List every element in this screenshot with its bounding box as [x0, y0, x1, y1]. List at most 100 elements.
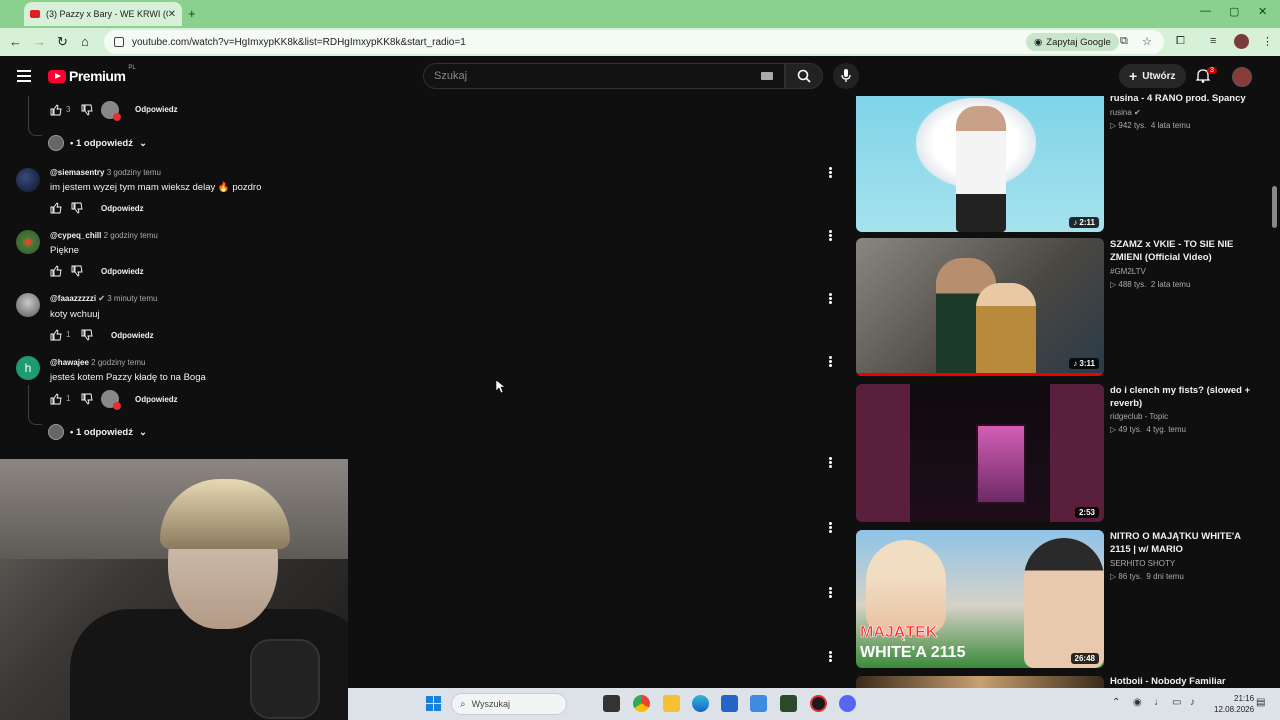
- back-icon[interactable]: ←: [9, 34, 22, 49]
- dislike-icon[interactable]: [71, 265, 83, 277]
- comment-author[interactable]: @siemasentry 3 godziny temu: [50, 168, 161, 177]
- comment-menu-icon[interactable]: [829, 356, 832, 367]
- google-lens-icon: ◉: [1034, 36, 1043, 48]
- app-icon[interactable]: [780, 695, 797, 712]
- notification-center-icon[interactable]: ▤: [1256, 697, 1265, 708]
- ask-google-button[interactable]: ◉ Zapytaj Google: [1026, 33, 1119, 51]
- commenter-avatar[interactable]: [16, 293, 40, 317]
- video-thumbnail[interactable]: 2:53: [856, 384, 1104, 522]
- comment-author[interactable]: @cypeq_chill 2 godziny temu: [50, 231, 158, 240]
- youtube-premium-logo[interactable]: Premium PL: [48, 65, 136, 84]
- maximize-icon[interactable]: ▢: [1229, 5, 1239, 18]
- reply-button[interactable]: Odpowiedz: [135, 105, 178, 114]
- comment-menu-icon[interactable]: [829, 457, 832, 468]
- network-icon[interactable]: ▭: [1172, 697, 1181, 708]
- chrome-icon[interactable]: [633, 695, 650, 712]
- video-title[interactable]: SZAMZ x VKIE - TO SIE NIE ZMIENI (Offici…: [1110, 238, 1260, 264]
- channel-name[interactable]: SERHITO SHOTY: [1110, 559, 1175, 568]
- video-duration: 26:48: [1070, 653, 1099, 664]
- channel-name[interactable]: #GM2LTV: [1110, 267, 1146, 276]
- dislike-icon[interactable]: [71, 202, 83, 214]
- close-tab-icon[interactable]: ✕: [168, 9, 176, 20]
- video-thumbnail[interactable]: [856, 676, 1104, 688]
- account-avatar[interactable]: [1232, 67, 1252, 87]
- comment-menu-icon[interactable]: [829, 522, 832, 533]
- comment-menu-icon[interactable]: [829, 230, 832, 241]
- channel-name[interactable]: ridgeclub - Topic: [1110, 412, 1168, 421]
- search-button[interactable]: [785, 63, 823, 89]
- dislike-icon[interactable]: [81, 393, 93, 405]
- task-view-icon[interactable]: [603, 695, 620, 712]
- browser-profile-avatar[interactable]: [1234, 34, 1249, 49]
- replies-toggle[interactable]: • 1 odpowiedź ⌄: [48, 135, 147, 151]
- dislike-icon[interactable]: [81, 104, 93, 116]
- forward-icon[interactable]: →: [33, 34, 46, 49]
- reload-icon[interactable]: ↻: [57, 34, 68, 50]
- browser-tab[interactable]: (3) Pazzy x Bary - WE KRWI (Offi ✕: [24, 2, 182, 26]
- obs-icon[interactable]: [810, 695, 827, 712]
- replies-toggle[interactable]: • 1 odpowiedź ⌄: [48, 424, 147, 440]
- volume-icon[interactable]: ♪: [1190, 697, 1195, 708]
- comment-menu-icon[interactable]: [829, 651, 832, 662]
- like-icon[interactable]: [50, 393, 62, 405]
- author-name: @hawajee: [50, 358, 89, 367]
- youtube-favicon-icon: [30, 10, 40, 18]
- menu-icon[interactable]: [17, 70, 31, 82]
- scrollbar-thumb[interactable]: [1272, 186, 1277, 228]
- comment-menu-icon[interactable]: [829, 167, 832, 178]
- video-thumbnail[interactable]: ♪ 2:11: [856, 96, 1104, 232]
- bookmark-star-icon[interactable]: ☆: [1142, 35, 1152, 48]
- home-icon[interactable]: ⌂: [81, 34, 89, 49]
- reply-button[interactable]: Odpowiedz: [101, 204, 144, 213]
- address-bar[interactable]: youtube.com/watch?v=HgImxypKK8k&list=RDH…: [104, 30, 1164, 54]
- comment-menu-icon[interactable]: [829, 293, 832, 304]
- browser-menu-icon[interactable]: ⋮: [1262, 35, 1273, 48]
- search-input[interactable]: Szukaj: [423, 63, 785, 89]
- video-title[interactable]: rusina - 4 RANO prod. Spancy: [1110, 92, 1260, 105]
- commenter-avatar[interactable]: [16, 230, 40, 254]
- thumbnail-art-face-left: [866, 540, 946, 635]
- new-tab-icon[interactable]: +: [188, 6, 196, 21]
- edge-icon[interactable]: [692, 695, 709, 712]
- voice-search-button[interactable]: [833, 63, 859, 89]
- page-scrollbar[interactable]: [1270, 96, 1278, 688]
- like-icon[interactable]: [50, 202, 62, 214]
- channel-name[interactable]: rusina ✔: [1110, 108, 1141, 117]
- tray-mic-icon[interactable]: ♩: [1154, 697, 1164, 708]
- tray-app-icon[interactable]: ◉: [1133, 697, 1142, 708]
- video-title[interactable]: NITRO O MAJĄTKU WHITE'A 2115 | w/ MARIO: [1110, 530, 1260, 556]
- verified-icon: ✔: [1134, 108, 1141, 117]
- taskbar-clock[interactable]: 21:16 12.08.2026: [1214, 693, 1254, 715]
- windows-start-icon[interactable]: [426, 696, 441, 711]
- discord-icon[interactable]: [839, 695, 856, 712]
- media-control-icon[interactable]: ≡: [1210, 35, 1216, 47]
- reply-button[interactable]: Odpowiedz: [101, 267, 144, 276]
- comment-author[interactable]: @hawajee 2 godziny temu: [50, 358, 145, 367]
- reply-button[interactable]: Odpowiedz: [111, 331, 154, 340]
- video-thumbnail[interactable]: ♪ 3:11: [856, 238, 1104, 376]
- site-info-icon[interactable]: [114, 37, 124, 47]
- commenter-avatar[interactable]: h: [16, 356, 40, 380]
- video-thumbnail[interactable]: MAJĄTEK WHITE'A 2115 26:48: [856, 530, 1104, 668]
- extensions-icon[interactable]: ⧠: [1176, 35, 1185, 48]
- taskbar-search[interactable]: ⌕ Wyszukaj: [451, 693, 567, 715]
- commenter-avatar[interactable]: [16, 168, 40, 192]
- like-icon[interactable]: [50, 104, 62, 116]
- store-icon[interactable]: [721, 695, 738, 712]
- like-icon[interactable]: [50, 265, 62, 277]
- dislike-icon[interactable]: [81, 329, 93, 341]
- like-icon[interactable]: [50, 329, 62, 341]
- comment-author[interactable]: @faaazzzzzi ✔ 3 minuty temu: [50, 294, 157, 303]
- browser-tab-strip: (3) Pazzy x Bary - WE KRWI (Offi ✕ + — ▢…: [0, 0, 1280, 28]
- comment-menu-icon[interactable]: [829, 587, 832, 598]
- minimize-icon[interactable]: —: [1200, 5, 1211, 17]
- file-explorer-icon[interactable]: [663, 695, 680, 712]
- create-button[interactable]: + Utwórz: [1119, 64, 1186, 88]
- video-title[interactable]: do i clench my fists? (slowed + reverb): [1110, 384, 1260, 410]
- outlook-icon[interactable]: [750, 695, 767, 712]
- keyboard-icon[interactable]: [761, 72, 773, 80]
- reply-button[interactable]: Odpowiedz: [135, 395, 178, 404]
- install-app-icon[interactable]: ⧉: [1120, 35, 1128, 48]
- close-window-icon[interactable]: ✕: [1258, 5, 1267, 18]
- tray-overflow-icon[interactable]: ⌃: [1112, 697, 1120, 708]
